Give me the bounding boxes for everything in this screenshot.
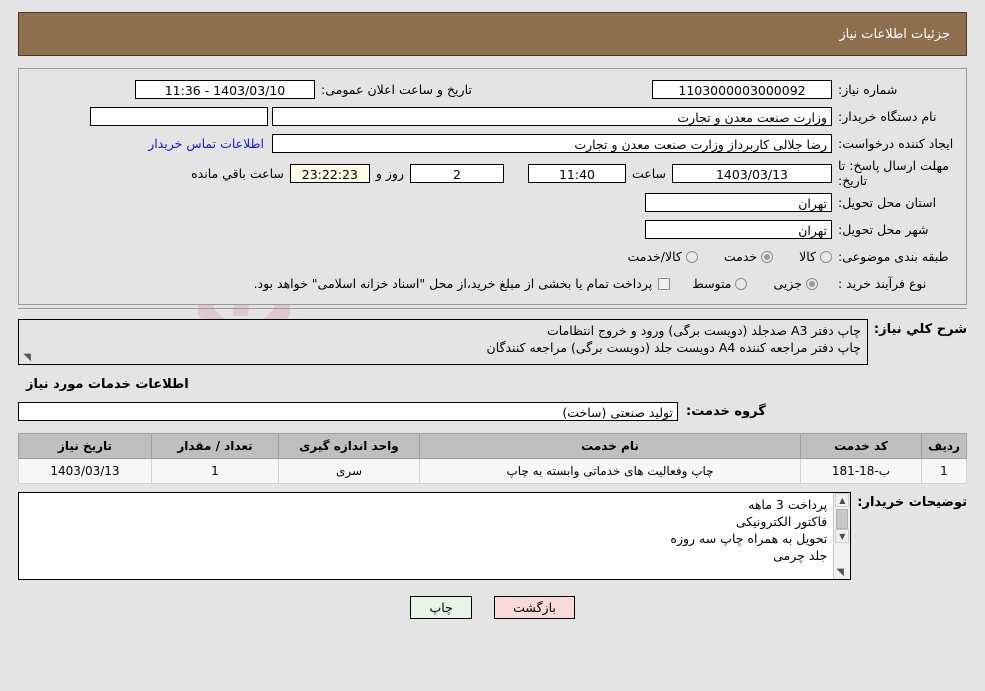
scrollbar-thumb[interactable]	[836, 509, 849, 529]
category-label-khedmat: خدمت	[723, 249, 758, 264]
province-value: تهران	[645, 193, 832, 212]
cell-service-code: ب-18-181	[800, 458, 922, 484]
category-label: طبقه بندی موضوعی:	[838, 249, 949, 264]
row-creator: ایجاد کننده درخواست: رضا جلالی کاربرداز …	[29, 131, 956, 156]
services-table: ردیف کد خدمت نام خدمت واحد اندازه گیری ت…	[18, 433, 967, 484]
service-group-label: گروه خدمت:	[686, 404, 766, 419]
scroll-down-icon[interactable]: ▼	[835, 529, 850, 543]
comments-resize-grip-icon[interactable]: ◥	[836, 567, 844, 578]
category-label-kala: کالا	[799, 249, 816, 264]
col-row-no: ردیف	[921, 433, 967, 459]
general-description-box[interactable]: چاپ دفتر A3 صدجلد (دویست برگی) ورود و خر…	[18, 319, 868, 365]
process-radio-motevaset[interactable]	[735, 277, 748, 290]
col-service-name: نام خدمت	[419, 433, 801, 459]
col-need-date: تاریخ نیاز	[18, 433, 152, 459]
announce-datetime-label: تاریخ و ساعت اعلان عمومی:	[321, 82, 472, 97]
remaining-days-value: 2	[409, 163, 504, 183]
row-city: شهر محل تحویل: تهران	[29, 217, 956, 242]
buyer-comments-label: توضیحات خریدار:	[857, 495, 967, 510]
treasury-note: پرداخت تمام یا بخشی از مبلغ خرید،از محل …	[253, 276, 653, 291]
buyer-comments-section: توضیحات خریدار: ▲ ▼ ◥ پرداخت 3 ماهه فاکت…	[18, 492, 967, 580]
province-label: استان محل تحویل:	[838, 195, 937, 210]
category-radio-khedmat[interactable]	[761, 250, 774, 263]
buyer-comments-box[interactable]: ▲ ▼ ◥ پرداخت 3 ماهه فاکتور الکترونیکی تح…	[18, 492, 852, 580]
cell-quantity: 1	[151, 458, 279, 484]
resize-grip-icon[interactable]: ◥	[21, 353, 31, 363]
deadline-date-value: 1403/03/13	[672, 163, 832, 183]
cell-unit: سری	[278, 458, 420, 484]
need-number-label: شماره نیاز:	[838, 82, 898, 97]
hour-label: ساعت	[631, 165, 666, 181]
divider-2	[18, 308, 967, 309]
row-need-number: شماره نیاز: 1103000003000092 تاریخ و ساع…	[29, 77, 956, 102]
need-info-panel: شماره نیاز: 1103000003000092 تاریخ و ساع…	[18, 68, 967, 304]
back-button[interactable]: بازگشت	[494, 596, 575, 619]
comments-scrollbar[interactable]: ▲ ▼ ◥	[833, 493, 851, 579]
process-label-jozei: جزیی	[773, 276, 802, 291]
table-row[interactable]: 1 ب-18-181 چاپ وفعالیت های خدماتی وابسته…	[18, 458, 967, 484]
page-header: جزئیات اطلاعات نیاز	[18, 12, 967, 56]
deadline-time-value: 11:40	[527, 163, 626, 183]
row-province: استان محل تحویل: تهران	[29, 190, 956, 215]
general-description-label: شرح کلي نیاز:	[873, 322, 967, 337]
buyer-contact-link[interactable]: اطلاعات تماس خریدار	[148, 136, 264, 151]
action-buttons: بازگشت چاپ	[0, 596, 985, 619]
cell-need-date: 1403/03/13	[18, 458, 152, 484]
col-quantity: تعداد / مقدار	[151, 433, 279, 459]
services-section-heading: اطلاعات خدمات مورد نیاز	[26, 377, 189, 392]
row-category: طبقه بندی موضوعی: کالا خدمت کالا/خدمت	[29, 244, 956, 269]
buyer-org-value: وزارت صنعت معدن و تجارت	[272, 107, 832, 126]
category-radio-kala[interactable]	[820, 250, 832, 263]
remaining-hours-label: ساعت باقي مانده	[191, 165, 284, 181]
buyer-org-label: نام دستگاه خریدار:	[838, 109, 937, 124]
deadline-label: مهلت ارسال پاسخ: تا تاریخ:	[838, 158, 949, 188]
creator-value: رضا جلالی کاربرداز وزارت صنعت معدن و تجا…	[272, 134, 832, 153]
city-label: شهر محل تحویل:	[838, 222, 929, 237]
cell-service-name: چاپ وفعالیت های خدماتی وابسته به چاپ	[419, 458, 801, 484]
announce-datetime-value: 11:36 - 1403/03/10	[135, 80, 315, 99]
divider-1	[18, 304, 967, 305]
city-value: تهران	[645, 220, 832, 239]
buyer-org-extra-field	[90, 107, 268, 126]
general-description-section: شرح کلي نیاز: چاپ دفتر A3 صدجلد (دویست ب…	[18, 319, 967, 365]
services-table-wrap: ردیف کد خدمت نام خدمت واحد اندازه گیری ت…	[18, 433, 967, 484]
category-label-kala-khedmat: کالا/خدمت	[627, 249, 682, 264]
service-group-value: تولید صنعتی (ساخت)	[18, 402, 678, 421]
countdown-timer: 23:22:23	[289, 163, 370, 183]
general-description-text: چاپ دفتر A3 صدجلد (دویست برگی) ورود و خر…	[486, 323, 861, 355]
scroll-up-icon[interactable]: ▲	[835, 493, 850, 507]
col-service-code: کد خدمت	[800, 433, 922, 459]
page-title: جزئیات اطلاعات نیاز	[839, 26, 950, 42]
table-header-row: ردیف کد خدمت نام خدمت واحد اندازه گیری ت…	[18, 433, 967, 459]
row-process-type: نوع فرآیند خرید : جزیی متوسط پرداخت تمام…	[29, 271, 956, 296]
cell-row-no: 1	[921, 458, 967, 484]
process-label-motevaset: متوسط	[692, 276, 732, 291]
process-radio-jozei[interactable]	[806, 277, 818, 290]
buyer-comments-text: پرداخت 3 ماهه فاکتور الکترونیکی تحویل به…	[670, 497, 828, 563]
page-root: ArtaTender.net جزئیات اطلاعات نیاز شماره…	[0, 0, 985, 691]
process-type-label: نوع فرآیند خرید :	[838, 276, 927, 291]
process-radio-group: جزیی متوسط	[692, 276, 832, 291]
category-radio-kala-khedmat[interactable]	[685, 250, 698, 263]
print-button[interactable]: چاپ	[410, 596, 473, 619]
days-label: روز و	[375, 165, 404, 181]
need-number-value: 1103000003000092	[652, 80, 832, 99]
col-unit: واحد اندازه گیری	[278, 433, 420, 459]
treasury-checkbox[interactable]	[658, 277, 671, 290]
row-deadline: مهلت ارسال پاسخ: تا تاریخ: 1403/03/13 سا…	[29, 158, 956, 188]
category-radio-group: کالا خدمت کالا/خدمت	[627, 249, 832, 264]
row-buyer-org: نام دستگاه خریدار: وزارت صنعت معدن و تجا…	[29, 104, 956, 129]
service-group-row: گروه خدمت: تولید صنعتی (ساخت)	[18, 402, 967, 421]
creator-label: ایجاد کننده درخواست:	[838, 136, 954, 151]
